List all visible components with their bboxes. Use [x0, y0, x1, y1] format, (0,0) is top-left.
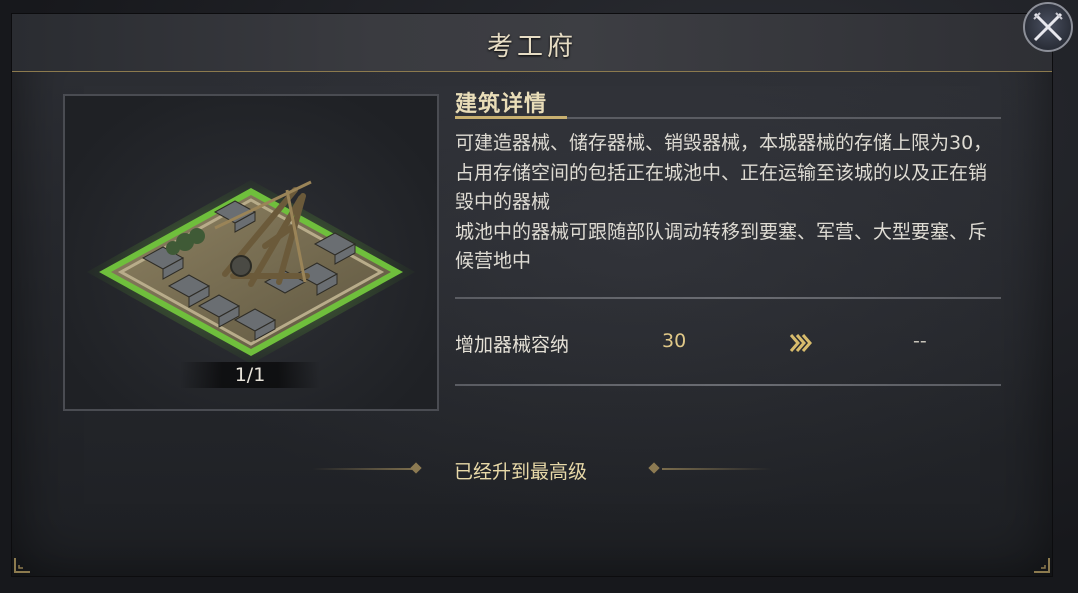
building-info-panel: 考工府 1/1 建筑详情 可建造器械、储存器械、销毁器械，本城器械的存储上限为3… [12, 14, 1052, 576]
corner-ornament-left [14, 558, 30, 573]
max-level-text: 已经升到最高级 [454, 461, 588, 483]
ornament-line-right [662, 468, 772, 470]
section-title-accent [455, 116, 567, 119]
ornament-diamond-left [410, 462, 422, 474]
divider-bottom [455, 384, 1001, 386]
divider-top [455, 297, 1001, 299]
ornament-line-left [312, 468, 412, 470]
title-bar: 考工府 [12, 14, 1052, 72]
triple-chevron-right-icon [789, 334, 812, 352]
building-level-indicator: 1/1 [180, 362, 320, 388]
corner-ornament-right [1034, 558, 1050, 573]
max-level-status: 已经升到最高级 [312, 457, 772, 483]
stat-row: 增加器械容纳 30 -- [455, 330, 1001, 360]
building-preview-frame: 1/1 [63, 94, 439, 411]
stat-label: 增加器械容纳 [455, 334, 570, 356]
crossed-swords-close-icon [1033, 12, 1063, 42]
game-ui-root: 考工府 1/1 建筑详情 可建造器械、储存器械、销毁器械，本城器械的存储上限为3… [0, 0, 1078, 593]
close-button[interactable] [1023, 2, 1073, 52]
stat-current-value: 30 [662, 330, 687, 352]
building-description: 可建造器械、储存器械、销毁器械，本城器械的存储上限为30，占用存储空间的包括正在… [455, 132, 993, 272]
section-title: 建筑详情 [455, 92, 548, 117]
window-title: 考工府 [486, 32, 577, 62]
stat-next-value: -- [913, 330, 927, 352]
ornament-diamond-right [648, 462, 660, 474]
